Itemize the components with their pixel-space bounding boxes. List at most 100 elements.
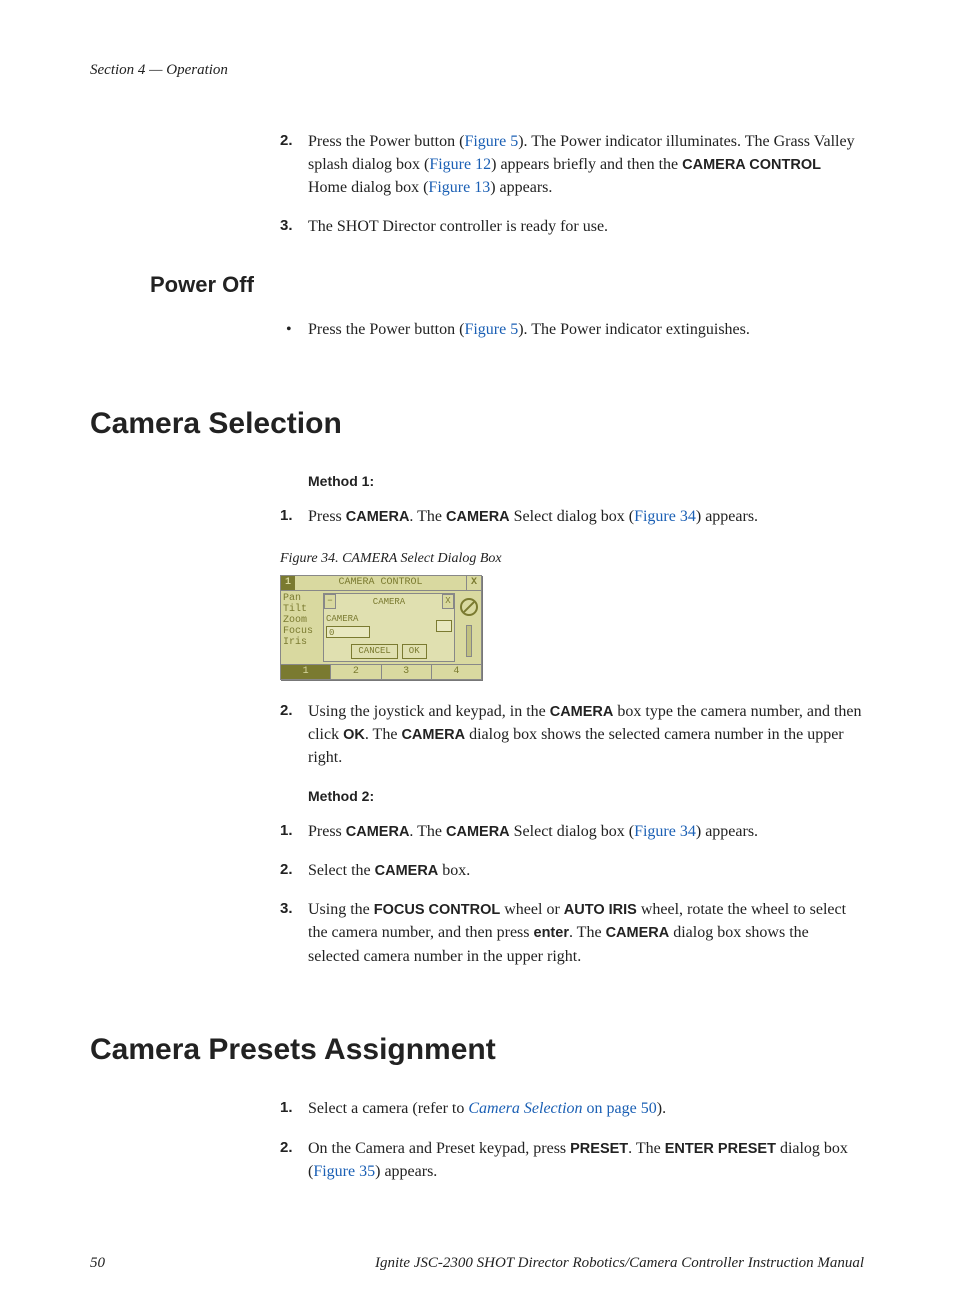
bold-text: CAMERA (446, 509, 510, 525)
step-2: 2. On the Camera and Preset keypad, pres… (280, 1137, 864, 1183)
body-text: Press (308, 823, 346, 840)
step-1: 1. Press CAMERA. The CAMERA Select dialo… (280, 505, 864, 528)
body-text: . The (569, 924, 606, 941)
link-figure-5[interactable]: Figure 5 (464, 133, 518, 150)
step-3: 3. Using the FOCUS CONTROL wheel or AUTO… (280, 898, 864, 968)
body-text: ) appears. (375, 1163, 437, 1180)
body-text: ) appears. (696, 823, 758, 840)
subdialog-title: CAMERA (373, 597, 405, 607)
body-text: . The (409, 508, 446, 525)
bold-text: PRESET (570, 1141, 628, 1157)
step-number: 1. (280, 820, 293, 842)
body-text: Select a camera (refer to (308, 1100, 468, 1117)
page-number: 50 (90, 1253, 105, 1275)
body-text: ). The Power indicator extinguishes. (518, 321, 750, 338)
body-text: Select dialog box ( (510, 823, 634, 840)
body-text: ) appears briefly and then the (491, 156, 682, 173)
step-number: 3. (280, 898, 293, 920)
heading-camera-presets: Camera Presets Assignment (90, 1028, 864, 1072)
method-1-label: Method 1: (308, 471, 864, 491)
body-text: . The (409, 823, 446, 840)
footer-title: Ignite JSC-2300 SHOT Director Robotics/C… (375, 1253, 864, 1275)
ok-button[interactable]: OK (402, 644, 427, 659)
step-1: 1. Select a camera (refer to Camera Sele… (280, 1097, 864, 1120)
bold-text: CAMERA (346, 509, 410, 525)
step-2: 2. Using the joystick and keypad, in the… (280, 700, 864, 770)
body-text: wheel or (500, 901, 564, 918)
body-text: Press (308, 508, 346, 525)
step-number: 3. (280, 215, 293, 237)
link-figure-13[interactable]: Figure 13 (428, 179, 490, 196)
step-2: 2. Press the Power button (Figure 5). Th… (280, 130, 864, 200)
close-icon[interactable]: X (442, 594, 454, 609)
link-figure-5[interactable]: Figure 5 (464, 321, 518, 338)
bold-text: CAMERA (606, 925, 670, 941)
bullet-item: Press the Power button (Figure 5). The P… (280, 318, 864, 341)
label-zoom: Zoom (283, 615, 319, 626)
body-text: Home dialog box ( (308, 179, 428, 196)
step-number: 1. (280, 1097, 293, 1119)
step-number: 2. (280, 859, 293, 881)
bold-text: FOCUS CONTROL (374, 902, 500, 918)
cancel-button[interactable]: CANCEL (351, 644, 397, 659)
method-2-label: Method 2: (308, 786, 864, 806)
link-figure-34[interactable]: Figure 34 (634, 823, 696, 840)
page-header: Section 4 — Operation (90, 60, 864, 82)
bold-text: CAMERA (401, 727, 465, 743)
heading-camera-selection: Camera Selection (90, 402, 864, 446)
step-1: 1. Press CAMERA. The CAMERA Select dialo… (280, 820, 864, 843)
link-figure-34[interactable]: Figure 34 (634, 508, 696, 525)
scrollbar[interactable] (466, 625, 472, 657)
camera-label: CAMERA (326, 614, 358, 624)
tab-1[interactable]: 1 (281, 665, 331, 679)
bold-text: CAMERA (375, 863, 439, 879)
heading-power-off: Power Off (150, 269, 864, 301)
tab-2[interactable]: 2 (331, 665, 381, 679)
body-text: Select dialog box ( (510, 508, 634, 525)
link-figure-35[interactable]: Figure 35 (313, 1163, 375, 1180)
step-number: 1. (280, 505, 293, 527)
label-focus: Focus (283, 626, 319, 637)
step-number: 2. (280, 130, 293, 152)
body-text: ) appears. (490, 179, 552, 196)
body-text: . The (628, 1140, 665, 1157)
body-text: Select the (308, 862, 375, 879)
bold-text: AUTO IRIS (564, 902, 637, 918)
body-text: Press the Power button ( (308, 321, 464, 338)
body-text: Press the Power button ( (308, 133, 464, 150)
body-text: Using the joystick and keypad, in the (308, 703, 550, 720)
body-text: On the Camera and Preset keypad, press (308, 1140, 570, 1157)
body-text: Using the (308, 901, 374, 918)
bold-text: CAMERA (550, 704, 614, 720)
bold-text: CAMERA (346, 824, 410, 840)
figure-34-caption: Figure 34. CAMERA Select Dialog Box (280, 549, 864, 569)
body-text: . The (365, 726, 402, 743)
dialog-tabs: 1 2 3 4 (281, 664, 481, 679)
step-number: 2. (280, 1137, 293, 1159)
minimize-icon[interactable]: − (324, 594, 336, 609)
bold-text: CAMERA CONTROL (682, 157, 821, 173)
bold-text: OK (343, 727, 365, 743)
dialog-title: CAMERA CONTROL (295, 576, 466, 591)
body-text: ). (657, 1100, 666, 1117)
label-pan: Pan (283, 593, 319, 604)
step-number: 2. (280, 700, 293, 722)
step-3: 3. The SHOT Director controller is ready… (280, 215, 864, 238)
bold-text: CAMERA (446, 824, 510, 840)
link-camera-selection[interactable]: Camera Selection on page 50 (468, 1100, 656, 1117)
step-2: 2. Select the CAMERA box. (280, 859, 864, 882)
label-iris: Iris (283, 637, 319, 648)
dialog-number: 1 (281, 576, 295, 591)
link-figure-12[interactable]: Figure 12 (429, 156, 491, 173)
camera-subdialog: − CAMERA X CAMERA 0 CANCEL OK (323, 593, 455, 662)
label-tilt: Tilt (283, 604, 319, 615)
prohibit-icon (460, 598, 478, 616)
camera-input[interactable]: 0 (326, 626, 370, 638)
keyboard-icon[interactable] (436, 620, 452, 632)
close-icon[interactable]: X (466, 576, 481, 591)
figure-34-dialog: 1 CAMERA CONTROL X Pan Tilt Zoom Focus I… (280, 575, 482, 680)
body-text: box. (438, 862, 470, 879)
tab-4[interactable]: 4 (432, 665, 481, 679)
dialog-left-labels: Pan Tilt Zoom Focus Iris (283, 593, 319, 662)
tab-3[interactable]: 3 (382, 665, 432, 679)
